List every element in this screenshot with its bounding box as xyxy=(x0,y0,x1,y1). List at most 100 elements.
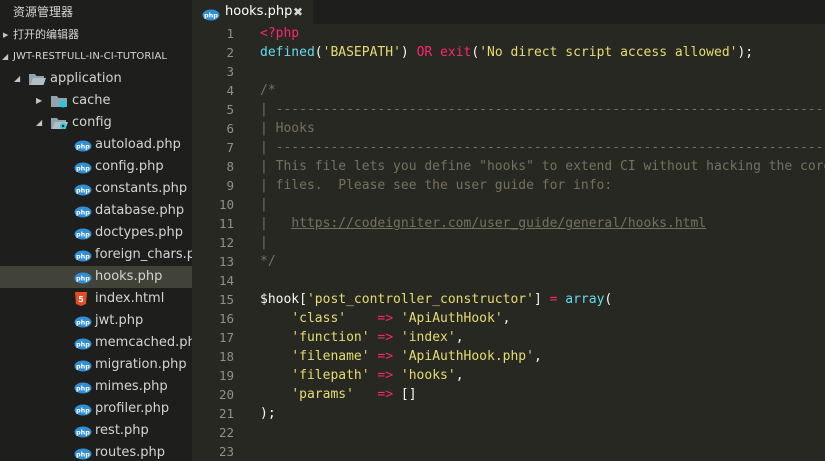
tree-item[interactable]: php hooks.php xyxy=(0,266,192,288)
svg-text:php: php xyxy=(76,274,90,282)
code-line[interactable]: | --------------------------------------… xyxy=(260,100,825,119)
code-token: ] xyxy=(533,292,550,307)
line-number: 13 xyxy=(218,254,234,269)
code-line[interactable]: */ xyxy=(260,252,825,271)
code-line[interactable] xyxy=(260,442,825,461)
line-number: 19 xyxy=(218,368,234,383)
line-number: 1 xyxy=(226,26,234,41)
svg-text:php: php xyxy=(76,208,90,216)
code-line[interactable]: | --------------------------------------… xyxy=(260,138,825,157)
code-token: | xyxy=(260,197,268,212)
chevron-down-icon[interactable]: ◢ xyxy=(36,112,42,134)
code-line[interactable]: | This file lets you define "hooks" to e… xyxy=(260,157,825,176)
code-token: ( xyxy=(314,45,323,60)
tree-item[interactable]: php memcached.php xyxy=(0,332,192,354)
tree-item-label: database.php xyxy=(95,203,185,218)
close-icon[interactable]: ✖ xyxy=(293,0,303,24)
code-token: 'index' xyxy=(400,330,456,345)
chevron-down-icon[interactable]: ◢ xyxy=(14,68,20,90)
tree-item[interactable]: php constants.php xyxy=(0,178,192,200)
chevron-right-icon[interactable]: ▶ xyxy=(36,90,42,112)
code-line[interactable] xyxy=(260,62,825,81)
tree-item[interactable]: php doctypes.php xyxy=(0,222,192,244)
line-number: 16 xyxy=(218,311,234,326)
code-token: 'hooks' xyxy=(400,368,456,383)
svg-text:php: php xyxy=(76,186,90,194)
tree-item[interactable]: ◢ application xyxy=(0,68,192,90)
code-token: defined xyxy=(260,45,315,60)
tree-item-label: profiler.php xyxy=(95,401,170,416)
code-token: array xyxy=(565,292,605,307)
tree-item[interactable]: ▶ cache xyxy=(0,90,192,112)
tab-hooks-php[interactable]: php hooks.php ✖ xyxy=(192,0,313,24)
code-token: 'class' xyxy=(291,311,347,326)
code-line[interactable]: | https://codeigniter.com/user_guide/gen… xyxy=(260,214,825,233)
tree-item-label: rest.php xyxy=(95,423,149,438)
code-line[interactable]: 'params' => [] xyxy=(260,385,825,404)
tree-item[interactable]: php routes.php xyxy=(0,442,192,461)
code-line[interactable]: | xyxy=(260,233,825,252)
tree-item-label: foreign_chars.php xyxy=(95,247,192,262)
code-token: OR xyxy=(416,45,433,60)
tree-item-label: doctypes.php xyxy=(95,225,184,240)
code-line[interactable]: $hook['post_controller_constructor'] = a… xyxy=(260,290,825,309)
code-line[interactable]: 'class' => 'ApiAuthHook', xyxy=(260,309,825,328)
code-token: 'ApiAuthHook.php' xyxy=(400,349,534,364)
code-editor[interactable]: 1 2 3 4 5 6 7 8 9 10 11 12 13 14 15 16 17 18 19 20 21 22 23 <?… xyxy=(192,24,825,461)
tree-item[interactable]: ◢ config xyxy=(0,112,192,134)
tree-item[interactable]: php profiler.php xyxy=(0,398,192,420)
code-token: 'No direct script access allowed' xyxy=(479,45,738,60)
tree-item[interactable]: php foreign_chars.php xyxy=(0,244,192,266)
code-token: | This file lets you define "hooks" to e… xyxy=(260,159,825,174)
svg-text:php: php xyxy=(76,340,90,348)
line-number: 21 xyxy=(218,406,234,421)
code-line[interactable]: | files. Please see the user guide for i… xyxy=(260,176,825,195)
svg-text:php: php xyxy=(76,428,90,436)
code-token: => xyxy=(377,349,394,364)
code-token: [ xyxy=(299,292,307,307)
tree-item[interactable]: php jwt.php xyxy=(0,310,192,332)
code-line[interactable]: | xyxy=(260,195,825,214)
code-line[interactable]: ); xyxy=(260,404,825,423)
code-token: ) xyxy=(400,45,417,60)
code-line[interactable]: 'filepath' => 'hooks', xyxy=(260,366,825,385)
open-editors-section[interactable]: ▶ 打开的编辑器 xyxy=(0,24,192,46)
code-area[interactable]: <?php defined('BASEPATH') OR exit('No dir… xyxy=(260,24,825,461)
code-token: | files. Please see the user guide for i… xyxy=(260,178,613,193)
line-number: 15 xyxy=(218,292,234,307)
code-line[interactable]: defined('BASEPATH') OR exit('No direct s… xyxy=(260,43,825,62)
code-line[interactable] xyxy=(260,271,825,290)
code-line[interactable]: 'function' => 'index', xyxy=(260,328,825,347)
svg-text:php: php xyxy=(204,11,218,19)
code-token: , xyxy=(533,349,542,364)
line-number: 8 xyxy=(226,159,234,174)
code-line[interactable]: | Hooks xyxy=(260,119,825,138)
svg-text:5: 5 xyxy=(78,295,84,304)
svg-text:php: php xyxy=(76,384,90,392)
tree-item[interactable]: php mimes.php xyxy=(0,376,192,398)
tree-item[interactable]: php migration.php xyxy=(0,354,192,376)
line-number: 14 xyxy=(218,273,234,288)
tree-item[interactable]: php config.php xyxy=(0,156,192,178)
code-token: /* xyxy=(260,83,276,98)
svg-text:php: php xyxy=(76,142,90,150)
project-section[interactable]: ◢ JWT-RESTFULL-IN-CI-TUTORIAL xyxy=(0,46,192,68)
code-token: 'function' xyxy=(291,330,370,345)
tree-item[interactable]: php rest.php xyxy=(0,420,192,442)
line-number: 22 xyxy=(218,425,234,440)
code-line[interactable] xyxy=(260,423,825,442)
tree-item[interactable]: php database.php xyxy=(0,200,192,222)
code-line[interactable]: 'filename' => 'ApiAuthHook.php', xyxy=(260,347,825,366)
code-token: */ xyxy=(260,254,276,269)
tree-item[interactable]: 5 index.html xyxy=(0,288,192,310)
code-token: https://codeigniter.com/user_guide/gener… xyxy=(291,216,707,231)
line-number: 3 xyxy=(226,64,234,79)
tree-item[interactable]: php autoload.php xyxy=(0,134,192,156)
svg-text:php: php xyxy=(76,318,90,326)
tree-item-label: application xyxy=(50,71,122,86)
code-line[interactable]: <?php xyxy=(260,24,825,43)
code-line[interactable]: /* xyxy=(260,81,825,100)
